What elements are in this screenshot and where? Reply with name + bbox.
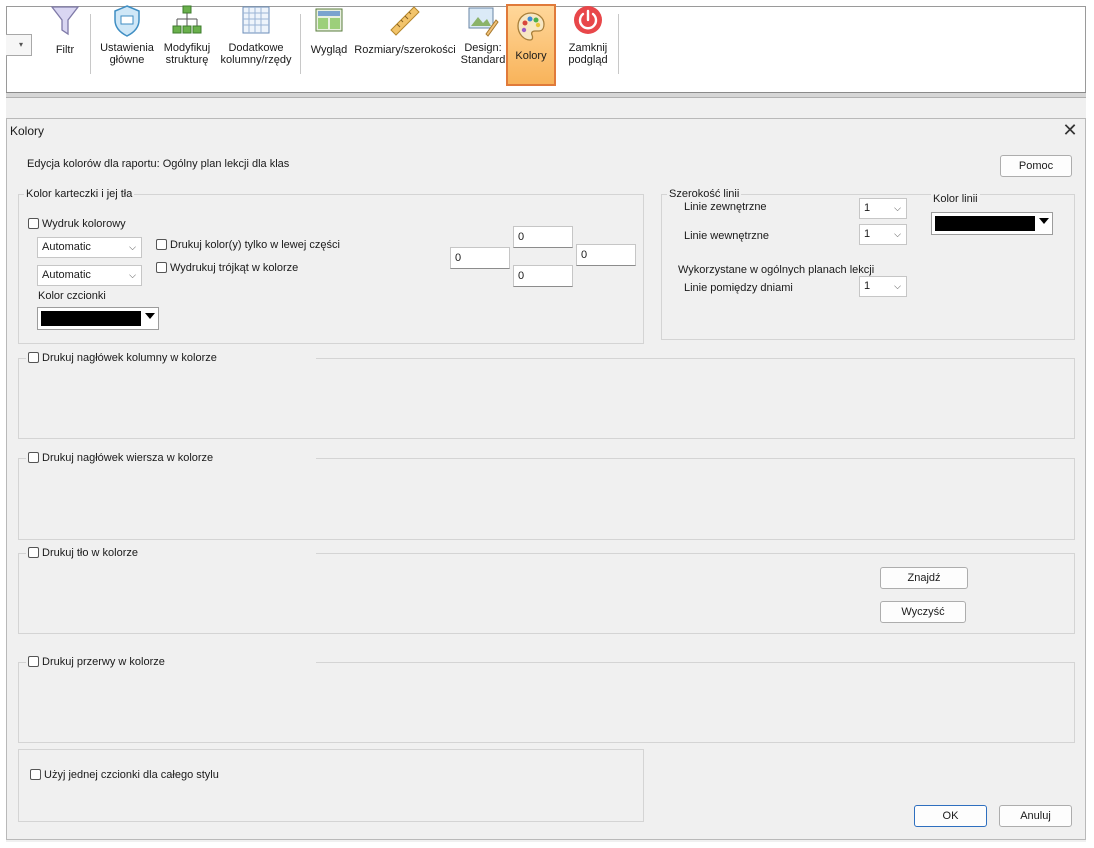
chevron-down-icon: ⌵ [894, 203, 901, 213]
help-button[interactable]: Pomoc [1000, 155, 1072, 177]
ribbon-combo-dropdown[interactable]: ▾ [6, 34, 32, 56]
ribbon-separator [90, 14, 91, 74]
card-color-group-label: Kolor karteczki i jej tła [24, 188, 135, 200]
print-left-only-checkbox[interactable]: Drukuj kolor(y) tylko w lewej części [156, 239, 340, 251]
card-color-select-2[interactable]: Automatic ⌵ [37, 265, 142, 286]
one-font-checkbox[interactable]: Użyj jednej czcionki dla całego stylu [30, 769, 219, 781]
caret-down-icon [1039, 218, 1049, 224]
dialog-title: Kolory [10, 124, 45, 138]
hierarchy-icon [172, 5, 202, 34]
margin-bottom-input[interactable]: 0 [513, 265, 573, 287]
dialog-description: Edycja kolorów dla raportu: Ogólny plan … [27, 158, 290, 170]
find-button[interactable]: Znajdź [880, 567, 968, 589]
between-days-select[interactable]: 1 ⌵ [859, 276, 907, 297]
ribbon-separator [618, 14, 619, 74]
margin-top-input[interactable]: 0 [513, 226, 573, 248]
shield-icon [114, 5, 140, 37]
caret-down-icon [145, 313, 155, 319]
font-color-picker[interactable] [37, 307, 159, 330]
line-width-group-label: Szerokość linii [667, 188, 742, 200]
inner-lines-label: Linie wewnętrzne [684, 230, 769, 242]
extra-columns-button[interactable]: Dodatkowe kolumny/rzędy [216, 4, 296, 66]
line-color-label: Kolor linii [931, 193, 980, 205]
between-days-label: Linie pomiędzy dniami [684, 282, 793, 294]
filter-button[interactable]: Filtr [40, 4, 90, 56]
sizes-button[interactable]: Rozmiary/szerokości [352, 4, 458, 56]
margin-right-input[interactable]: 0 [576, 244, 636, 266]
row-header-group [18, 458, 1075, 540]
cancel-button[interactable]: Anuluj [999, 805, 1072, 827]
ruler-icon [390, 6, 420, 36]
picture-brush-icon [468, 7, 499, 37]
outer-lines-select[interactable]: 1 ⌵ [859, 198, 907, 219]
font-color-label: Kolor czcionki [38, 290, 106, 302]
inner-lines-select[interactable]: 1 ⌵ [859, 224, 907, 245]
breaks-group [18, 662, 1075, 743]
margin-left-input[interactable]: 0 [450, 247, 510, 269]
main-settings-button[interactable]: Ustawienia główne [96, 4, 158, 66]
chevron-down-icon: ▾ [19, 40, 24, 49]
palette-icon [517, 12, 545, 41]
column-header-checkbox[interactable]: Drukuj nagłówek kolumny w kolorze [26, 352, 316, 364]
line-color-swatch [935, 216, 1035, 231]
power-icon [574, 6, 602, 34]
layout-icon [315, 8, 343, 32]
breaks-checkbox[interactable]: Drukuj przerwy w kolorze [26, 656, 316, 668]
used-in-plans-label: Wykorzystane w ogólnych planach lekcji [678, 264, 875, 276]
chevron-down-icon: ⌵ [129, 270, 136, 280]
color-print-checkbox[interactable]: Wydruk kolorowy [28, 218, 126, 230]
filter-icon [50, 6, 80, 36]
ribbon-separator [300, 14, 301, 74]
line-color-picker[interactable] [931, 212, 1053, 235]
print-triangle-checkbox[interactable]: Wydrukuj trójkąt w kolorze [156, 262, 298, 274]
column-header-group [18, 358, 1075, 439]
close-preview-button[interactable]: Zamknij podgląd [560, 4, 616, 66]
look-button[interactable]: Wygląd [306, 4, 352, 56]
outer-lines-label: Linie zewnętrzne [684, 201, 767, 213]
grid-table-icon [242, 6, 270, 34]
row-header-checkbox[interactable]: Drukuj nagłówek wiersza w kolorze [26, 452, 316, 464]
ok-button[interactable]: OK [914, 805, 987, 827]
close-icon[interactable]: ✕ [1060, 120, 1080, 140]
card-color-select-1[interactable]: Automatic ⌵ [37, 237, 142, 258]
design-button[interactable]: Design: Standard [458, 4, 508, 66]
chevron-down-icon: ⌵ [894, 229, 901, 239]
chevron-down-icon: ⌵ [129, 242, 136, 252]
one-font-group [18, 749, 644, 822]
modify-structure-button[interactable]: Modyfikuj strukturę [158, 4, 216, 66]
background-checkbox[interactable]: Drukuj tło w kolorze [26, 547, 316, 559]
font-color-swatch [41, 311, 141, 326]
clear-button[interactable]: Wyczyść [880, 601, 966, 623]
colors-button[interactable]: Kolory [506, 4, 556, 86]
chevron-down-icon: ⌵ [894, 281, 901, 291]
